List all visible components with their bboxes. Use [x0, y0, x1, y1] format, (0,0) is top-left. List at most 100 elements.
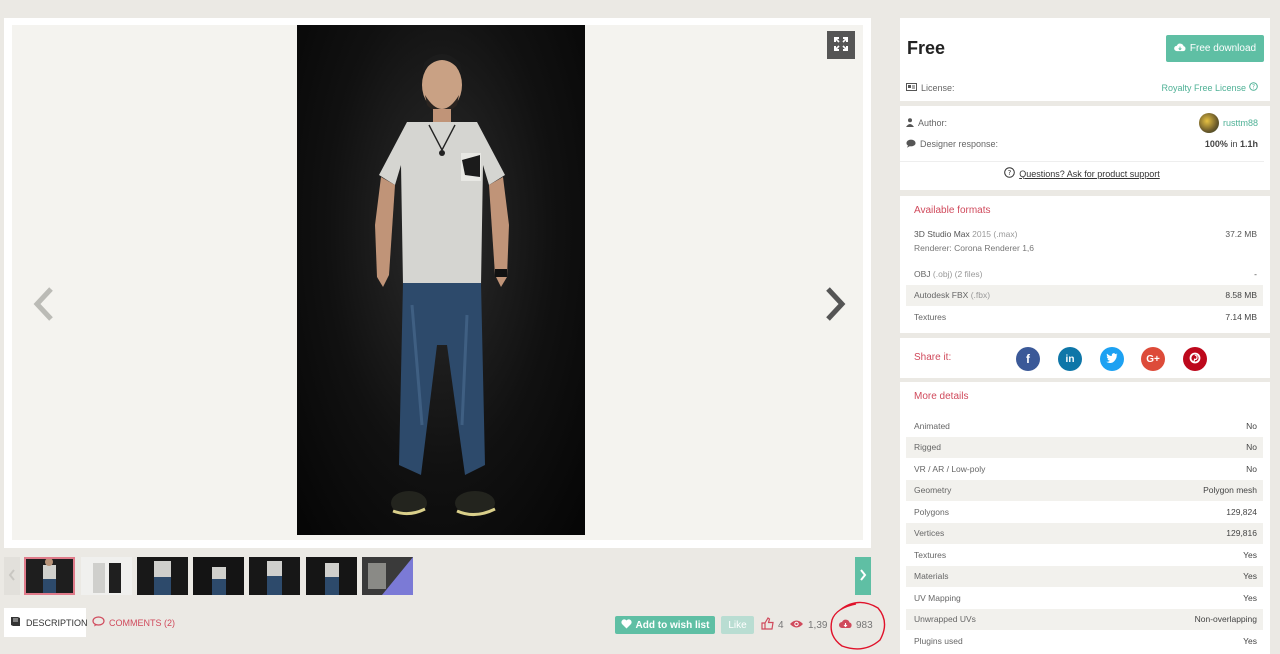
- help-circle-icon: ?: [1249, 82, 1258, 93]
- views-count: 1,39: [789, 617, 827, 633]
- support-link-label: Questions? Ask for product support: [1019, 168, 1160, 179]
- comment-icon: [92, 616, 105, 629]
- price-panel: Free Free download License: Royalty Free…: [900, 18, 1270, 101]
- facebook-icon: f: [1026, 352, 1030, 366]
- thumbnail-2[interactable]: [81, 557, 132, 595]
- format-name: Textures: [914, 311, 947, 322]
- details-title: More details: [914, 391, 969, 402]
- twitter-share-button[interactable]: [1100, 347, 1124, 371]
- format-row-obj: OBJ (.obj) (2 files) -: [906, 263, 1263, 285]
- detail-key: Textures: [914, 549, 947, 560]
- thumbnail-5[interactable]: [249, 557, 300, 595]
- download-label: Free download: [1189, 43, 1257, 54]
- linkedin-share-button[interactable]: in: [1058, 347, 1082, 371]
- detail-value: Yes: [1243, 592, 1257, 603]
- format-version: (.obj) (2 files): [932, 268, 983, 279]
- share-panel: Share it: f in G+: [900, 338, 1270, 378]
- format-size: 8.58 MB: [1142, 284, 1263, 306]
- response-label: Designer response:: [920, 139, 999, 149]
- author-panel: Author: rusttm88 Designer response: 100%…: [900, 106, 1270, 190]
- detail-value: No: [1094, 436, 1263, 458]
- detail-row: Rigged No: [906, 436, 1263, 458]
- detail-key: Polygons: [914, 506, 949, 517]
- details-table: Animated No Rigged No VR / AR / Low-poly No…: [906, 415, 1263, 652]
- thumbnail-6[interactable]: [306, 557, 357, 595]
- share-label: Share it:: [914, 352, 952, 363]
- like-button[interactable]: Like: [721, 616, 754, 634]
- facebook-share-button[interactable]: f: [1016, 347, 1040, 371]
- avatar: [1198, 113, 1219, 133]
- svg-text:?: ?: [1252, 84, 1255, 91]
- format-renderer: Renderer: Corona Renderer 1,6: [914, 243, 1035, 253]
- product-support-link[interactable]: ? Questions? Ask for product support: [900, 167, 1264, 180]
- thumbnail-3[interactable]: [137, 557, 188, 595]
- help-circle-icon: ?: [1004, 167, 1016, 180]
- google-plus-icon: G+: [1146, 353, 1160, 365]
- next-image-button[interactable]: [821, 280, 851, 330]
- response-in: in: [1230, 139, 1238, 149]
- chevron-left-icon: [31, 286, 55, 324]
- format-size: 37.2 MB: [1225, 229, 1257, 239]
- add-to-wishlist-button[interactable]: Add to wish list: [615, 616, 715, 634]
- likes-count: 4: [761, 617, 784, 633]
- license-value: Royalty Free License: [1161, 82, 1246, 93]
- model-preview-image[interactable]: [297, 25, 585, 535]
- detail-value: 129,824: [1226, 506, 1257, 517]
- pinterest-share-button[interactable]: [1183, 347, 1207, 371]
- chevron-right-icon: [859, 569, 867, 583]
- detail-value: Yes: [1243, 549, 1257, 560]
- google-plus-share-button[interactable]: G+: [1141, 347, 1165, 371]
- model-viewer: [4, 18, 871, 548]
- tab-description[interactable]: DESCRIPTION: [4, 608, 88, 637]
- author-label: Author:: [918, 118, 948, 128]
- book-icon: [10, 616, 21, 629]
- svg-text:?: ?: [1008, 169, 1012, 177]
- detail-row: Vertices 129,816: [906, 522, 1263, 544]
- author-link[interactable]: rusttm88: [1198, 113, 1258, 133]
- thumbnails-prev-button[interactable]: [4, 557, 20, 595]
- formats-panel: Available formats 3D Studio Max 2015 (.m…: [900, 196, 1270, 333]
- viewer-stage: [12, 25, 863, 540]
- heart-icon: [620, 618, 632, 632]
- thumbnail-1[interactable]: [24, 557, 75, 595]
- detail-row: Textures Yes: [906, 544, 1263, 566]
- detail-key: Materials: [906, 565, 1095, 587]
- detail-value: Non-overlapping: [1094, 608, 1263, 630]
- format-row-textures: Textures 7.14 MB: [906, 306, 1263, 328]
- formats-table: OBJ (.obj) (2 files) - Autodesk FBX (.fb…: [906, 263, 1263, 328]
- tab-comments[interactable]: COMMENTS (2): [92, 608, 175, 637]
- chevron-left-icon: [8, 569, 16, 583]
- detail-key: Animated: [914, 420, 950, 431]
- thumbnail-4[interactable]: [193, 557, 244, 595]
- thumbnail-7[interactable]: [362, 557, 413, 595]
- wishlist-label: Add to wish list: [635, 619, 710, 631]
- id-card-icon: [906, 82, 917, 93]
- format-name: Autodesk FBX: [914, 290, 969, 301]
- response-time: 1.1h: [1239, 139, 1258, 149]
- license-link[interactable]: Royalty Free License ?: [1161, 82, 1258, 93]
- tab-comments-label: COMMENTS (2): [109, 617, 175, 628]
- red-circle-annotation: [830, 601, 886, 650]
- previous-image-button[interactable]: [28, 280, 58, 330]
- detail-key: UV Mapping: [914, 592, 961, 603]
- detail-value: No: [1246, 420, 1257, 431]
- author-name: rusttm88: [1222, 118, 1258, 128]
- detail-row: Unwrapped UVs Non-overlapping: [906, 608, 1263, 630]
- thumbnails-next-button[interactable]: [855, 557, 871, 595]
- format-name: OBJ: [914, 268, 931, 279]
- views-value: 1,39: [808, 619, 828, 631]
- detail-row: Animated No: [906, 415, 1263, 437]
- detail-value: Polygon mesh: [1094, 479, 1263, 501]
- free-download-button[interactable]: Free download: [1166, 35, 1264, 62]
- fullscreen-button[interactable]: [827, 31, 855, 59]
- linkedin-icon: in: [1065, 353, 1075, 365]
- thumbnail-strip: [4, 557, 871, 595]
- likes-value: 4: [778, 619, 784, 631]
- detail-row: Geometry Polygon mesh: [906, 479, 1263, 501]
- response-percent: 100%: [1204, 139, 1228, 149]
- like-label: Like: [728, 619, 747, 631]
- eye-icon: [789, 619, 804, 632]
- designer-response-row: Designer response: 100% in 1.1h: [900, 137, 1270, 151]
- detail-value: Yes: [1094, 565, 1263, 587]
- user-icon: [906, 117, 914, 129]
